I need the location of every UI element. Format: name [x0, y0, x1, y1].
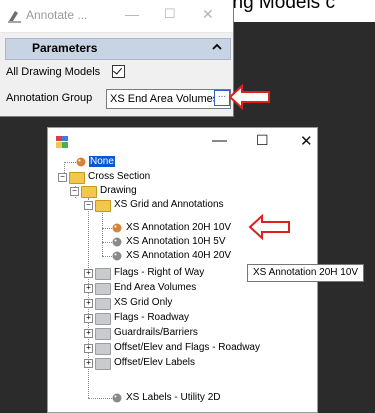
red-arrow-icon [228, 84, 270, 110]
all-drawing-models-checkbox[interactable] [112, 65, 125, 78]
annotate-window-title: Annotate ... [26, 8, 88, 22]
expand-toggle-icon[interactable]: + [84, 269, 93, 278]
collapse-toggle-icon[interactable]: − [70, 187, 79, 196]
annotation-group-label: Annotation Group [6, 92, 93, 104]
parameters-section-header[interactable]: Parameters [5, 38, 231, 60]
annotate-window: Annotate ... — ☐ ✕ Parameters All Drawin… [0, 0, 234, 117]
parameters-title: Parameters [32, 41, 98, 55]
red-arrow-icon [248, 214, 290, 240]
tree-item-label: XS Annotation 20H 10V [126, 222, 232, 233]
all-drawing-models-label: All Drawing Models [6, 66, 101, 78]
annotation-group-row: Annotation Group XS End Area Volumes ... [5, 89, 231, 109]
item-tooltip: XS Annotation 20H 10V [247, 264, 365, 282]
folder-icon [95, 283, 111, 295]
tree-item-label: Guardrails/Barriers [114, 327, 198, 338]
palette-icon [112, 393, 122, 403]
folder-icon [95, 298, 111, 310]
tree-connector [102, 256, 112, 257]
folder-icon [95, 313, 111, 325]
annotate-app-icon [8, 11, 21, 23]
all-drawing-models-row: All Drawing Models [5, 63, 231, 83]
tree-item-label: XS Grid Only [114, 297, 173, 308]
tree-item-label: None [89, 156, 115, 167]
palette-icon [112, 223, 122, 233]
expand-toggle-icon[interactable]: + [84, 344, 93, 353]
tree-connector [88, 398, 112, 399]
palette-icon [76, 157, 86, 167]
open-folder-icon [69, 172, 85, 184]
tree-item-label: Offset/Elev and Flags - Roadway [114, 342, 260, 353]
picker-minimize-button[interactable]: — [212, 132, 227, 149]
tree-connector [102, 228, 112, 229]
close-button[interactable]: ✕ [202, 6, 214, 23]
collapse-toggle-icon[interactable]: − [84, 201, 93, 210]
expand-toggle-icon[interactable]: + [84, 284, 93, 293]
annotate-titlebar: Annotate ... — ☐ ✕ [0, 0, 233, 33]
collapse-caret-icon[interactable] [212, 42, 222, 52]
tree-item-label: XS Grid and Annotations [114, 199, 224, 210]
tree-item-label: Cross Section [88, 171, 151, 182]
tree-item-label: Drawing [100, 185, 137, 196]
tree-connector [64, 162, 76, 163]
folder-icon [95, 268, 111, 280]
annotation-group-value: XS End Area Volumes [110, 93, 219, 105]
minimize-button[interactable]: — [125, 6, 139, 22]
picker-app-icon [56, 136, 68, 148]
tree-view: None − Cross Section − Drawing − XS Grid… [48, 156, 317, 412]
expand-toggle-icon[interactable]: + [84, 299, 93, 308]
tree-item-label: Flags - Right of Way [114, 267, 205, 278]
open-folder-icon [81, 186, 97, 198]
tree-connector [102, 211, 103, 256]
tree-item-label: End Area Volumes [114, 282, 197, 293]
folder-icon [95, 328, 111, 340]
folder-icon [95, 358, 111, 370]
tree-connector [102, 242, 112, 243]
tree-item-label: XS Annotation 10H 5V [126, 236, 226, 247]
checkmark-icon [113, 65, 122, 75]
expand-toggle-icon[interactable]: + [84, 329, 93, 338]
palette-icon [112, 251, 122, 261]
expand-toggle-icon[interactable]: + [84, 359, 93, 368]
folder-icon [95, 343, 111, 355]
collapse-toggle-icon[interactable]: − [58, 173, 67, 182]
open-folder-icon [95, 200, 111, 212]
picker-titlebar: — ☐ ✕ [48, 128, 317, 158]
tree-item-label: Flags - Roadway [114, 312, 190, 323]
expand-toggle-icon[interactable]: + [84, 314, 93, 323]
palette-icon [112, 237, 122, 247]
tree-item-label: XS Annotation 40H 20V [126, 250, 232, 261]
annotation-group-field[interactable]: XS End Area Volumes ... [106, 89, 231, 109]
picker-close-button[interactable]: ✕ [300, 132, 313, 150]
maximize-button[interactable]: ☐ [164, 6, 176, 22]
tree-item-label: XS Labels - Utility 2D [126, 392, 221, 403]
tree-item-label: Offset/Elev Labels [114, 357, 195, 368]
picker-maximize-button[interactable]: ☐ [256, 132, 269, 149]
